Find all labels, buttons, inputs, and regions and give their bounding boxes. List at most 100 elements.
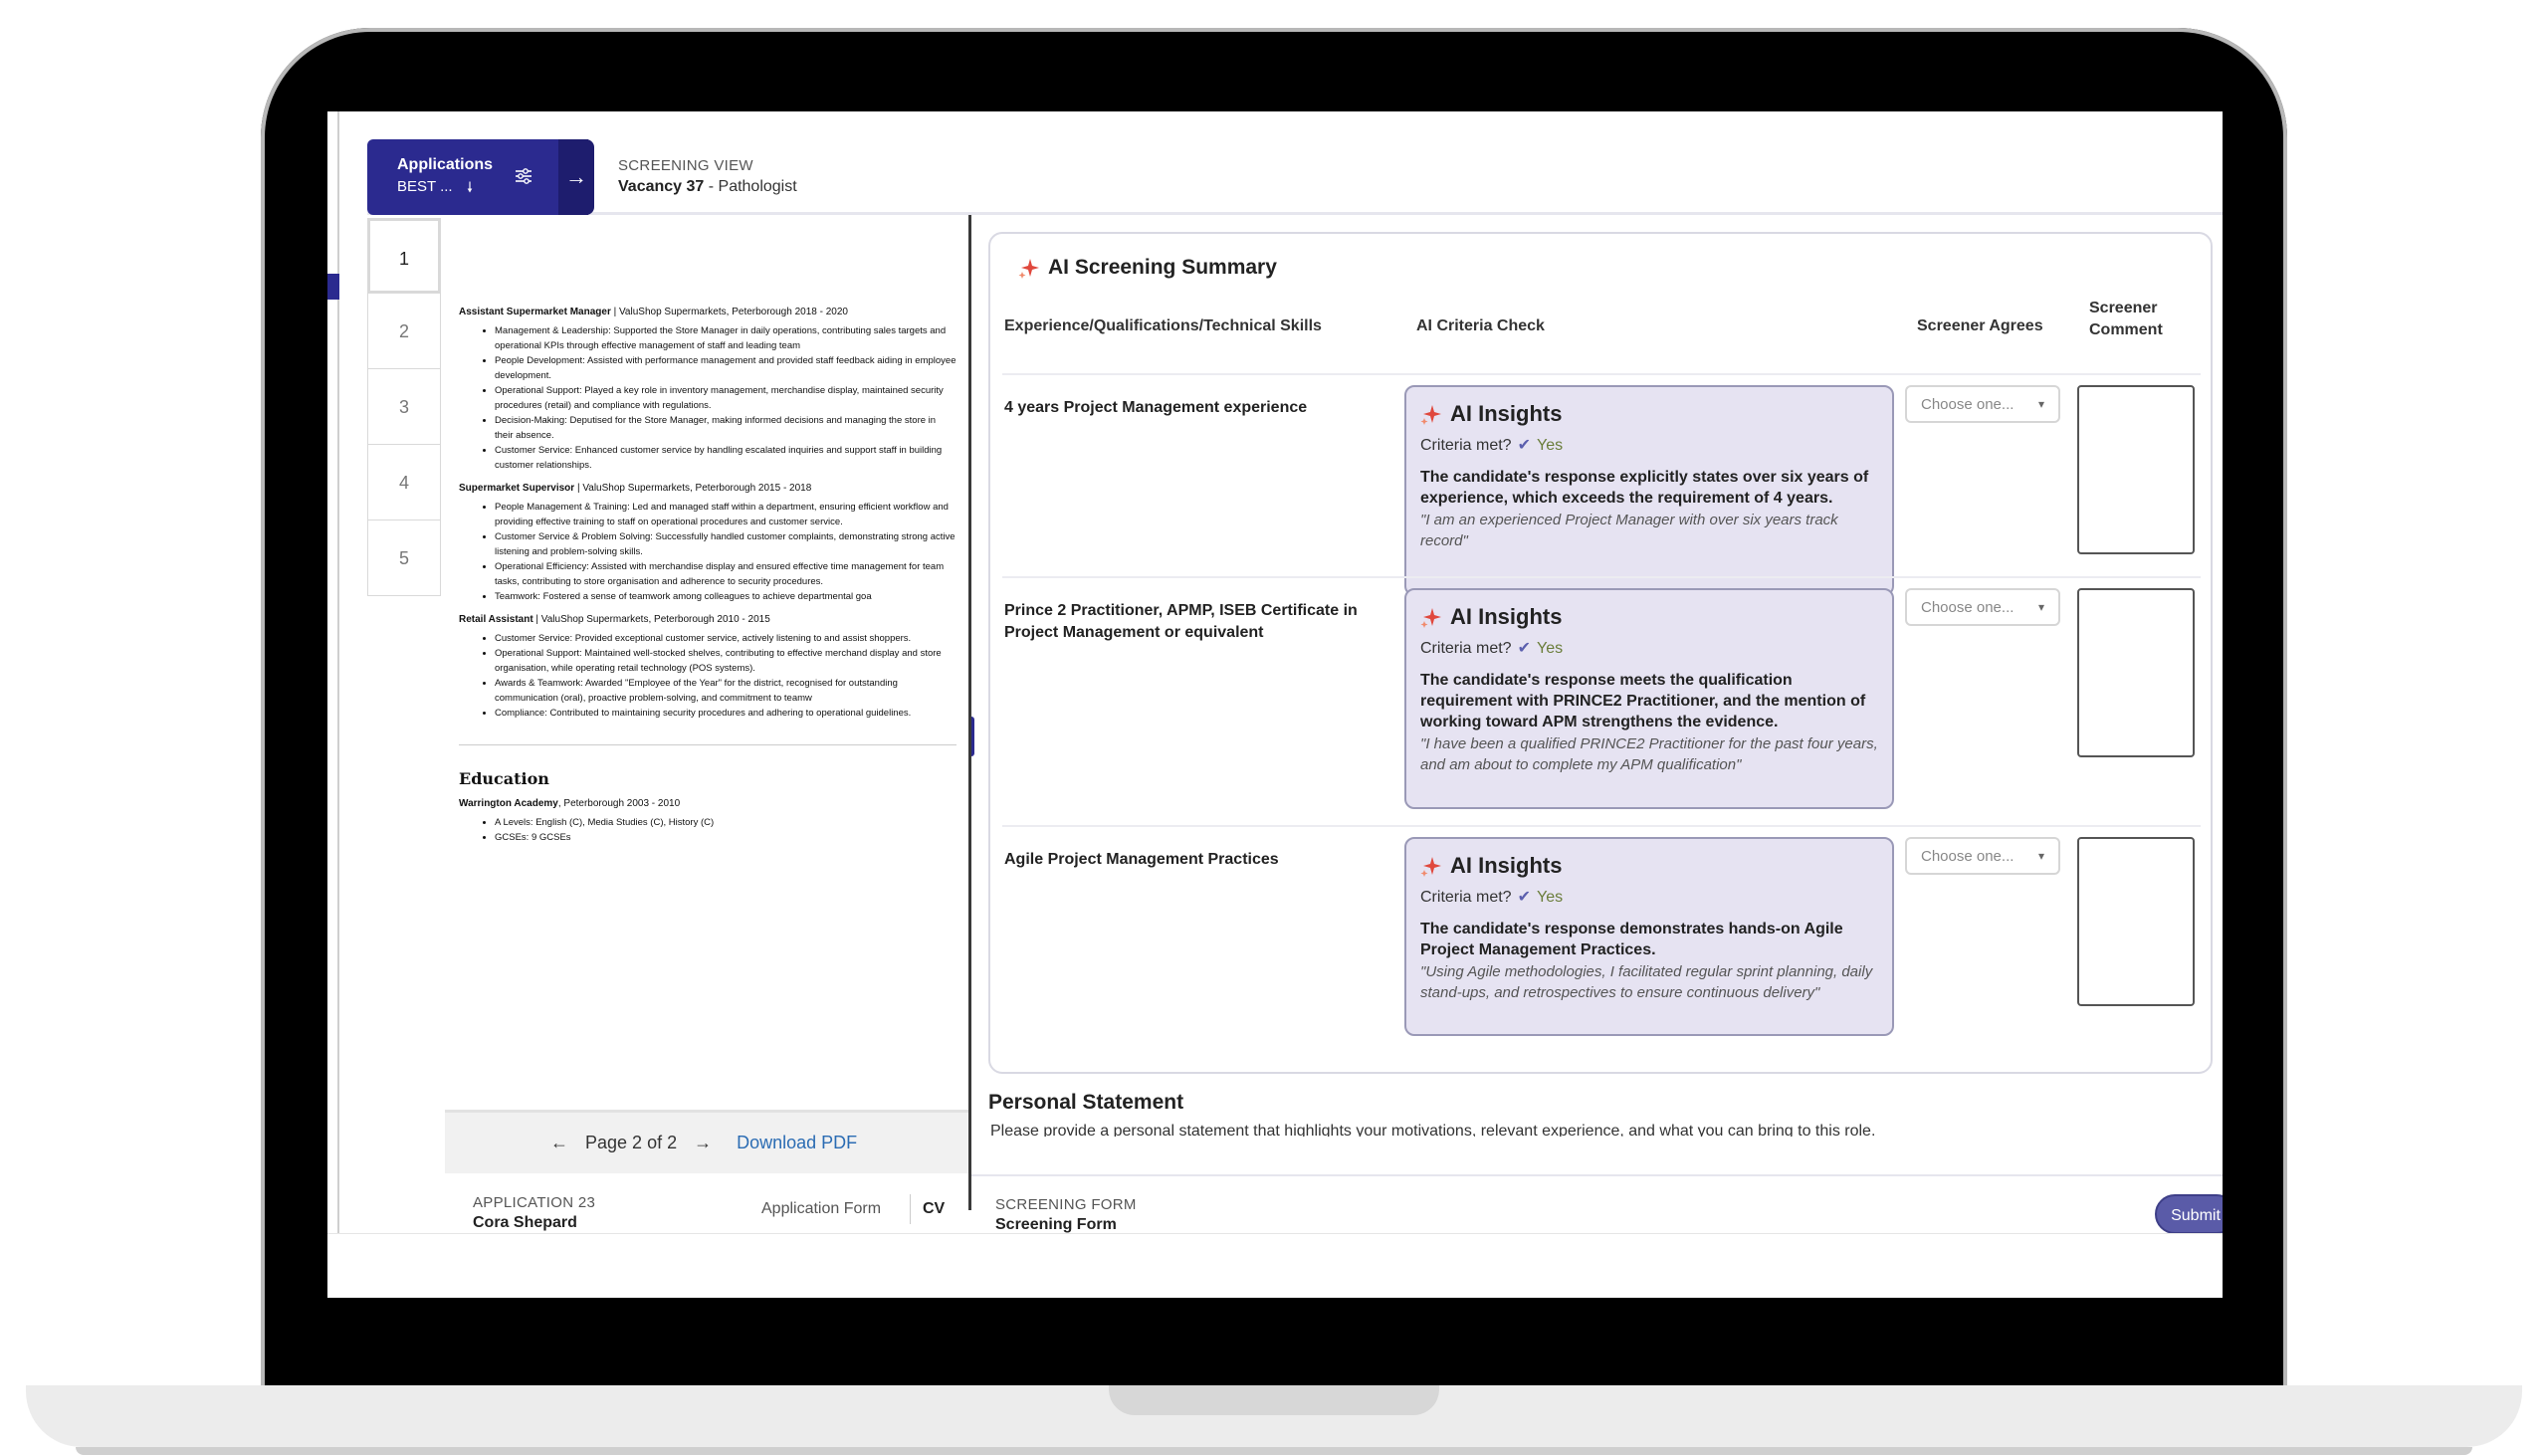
ai-insights-title: AI Insights bbox=[1450, 604, 1563, 629]
cv-education-list: A Levels: English (C), Media Studies (C)… bbox=[495, 815, 956, 845]
criteria-met-label: Criteria met? bbox=[1420, 437, 1512, 454]
page-item-5[interactable]: 5 bbox=[367, 520, 441, 596]
cv-bullet: Teamwork: Fostered a sense of teamwork a… bbox=[495, 589, 956, 604]
page-item-4[interactable]: 4 bbox=[367, 445, 441, 520]
ai-insights-card: AI Insights Criteria met? ✔ Yes The candidat… bbox=[1404, 588, 1894, 809]
column-header-screener-comment: Screener Comment bbox=[2089, 298, 2163, 341]
requirement-text: 4 years Project Management experience bbox=[1004, 399, 1308, 416]
cv-job-meta: | ValuShop Supermarkets, Peterborough 20… bbox=[610, 307, 848, 317]
prev-page-icon[interactable]: ← bbox=[550, 1133, 568, 1152]
ai-explanation: The candidate's response explicitly stat… bbox=[1420, 469, 1869, 507]
cv-job-title: Supermarket Supervisor | ValuShop Superm… bbox=[459, 483, 956, 494]
criteria-met-value: Yes bbox=[1536, 889, 1564, 906]
criteria-met-value: Yes bbox=[1536, 437, 1564, 454]
cv-school-meta: , Peterborough 2003 - 2010 bbox=[557, 798, 681, 809]
pdf-nav-row: ← Page 2 of 2 → Download PDF bbox=[550, 1133, 857, 1153]
page-item-1[interactable]: 1 bbox=[367, 218, 441, 294]
cv-job-title: Assistant Supermarket Manager | ValuShop… bbox=[459, 307, 956, 317]
column-header-comment-line1: Screener bbox=[2089, 300, 2158, 316]
cv-bullet-list: Customer Service: Provided exceptional c… bbox=[495, 631, 956, 721]
vacancy-title: Vacancy 37 - Pathologist bbox=[618, 178, 797, 196]
ai-evidence-quote: "Using Agile methodologies, I facilitate… bbox=[1420, 963, 1873, 1001]
cv-bullet: Operational Efficiency: Assisted with me… bbox=[495, 559, 956, 589]
cv-bullet: Decision-Making: Deputised for the Store… bbox=[495, 413, 956, 443]
screener-comment-textarea[interactable] bbox=[2077, 385, 2195, 554]
criteria-met-line: Criteria met? ✔ Yes bbox=[1420, 435, 1878, 455]
ai-insights-title: AI Insights bbox=[1450, 853, 1563, 878]
check-icon: ✔ bbox=[1517, 889, 1531, 906]
tab-separator bbox=[910, 1194, 911, 1224]
criteria-met-line: Criteria met? ✔ Yes bbox=[1420, 638, 1878, 658]
ai-insights-card: AI Insights Criteria met? ✔ Yes The candidat… bbox=[1404, 837, 1894, 1036]
ai-insights-header: AI Insights bbox=[1420, 853, 1878, 879]
cv-school-name: Warrington Academy bbox=[459, 798, 558, 809]
select-placeholder: Choose one... bbox=[1921, 396, 2015, 413]
cv-bullet: Awards & Teamwork: Awarded "Employee of … bbox=[495, 676, 956, 706]
page-list: 1 2 3 4 5 bbox=[367, 218, 441, 596]
laptop-notch bbox=[1109, 1385, 1439, 1415]
cv-job-title: Retail Assistant | ValuShop Supermarkets… bbox=[459, 614, 956, 625]
left-rail bbox=[327, 111, 339, 1233]
cv-preview: Assistant Supermarket Manager | ValuShop… bbox=[451, 219, 968, 1070]
screener-agrees-select[interactable]: Choose one... ▾ bbox=[1905, 385, 2060, 423]
cv-job-meta: | ValuShop Supermarkets, Peterborough 20… bbox=[532, 614, 770, 625]
check-icon: ✔ bbox=[1517, 437, 1531, 454]
screening-form-name: Screening Form bbox=[995, 1216, 1117, 1233]
screen-bottom-strip bbox=[327, 1233, 2223, 1298]
requirement-text: Agile Project Management Practices bbox=[1004, 851, 1279, 868]
cv-bullet: Management & Leadership: Supported the S… bbox=[495, 323, 956, 353]
tab-cv[interactable]: CV bbox=[923, 1200, 945, 1218]
screener-comment-textarea[interactable] bbox=[2077, 837, 2195, 1006]
cv-bullet: GCSEs: 9 GCSEs bbox=[495, 830, 956, 845]
cv-education-school: Warrington Academy, Peterborough 2003 - … bbox=[459, 798, 956, 809]
chevron-down-icon: ▾ bbox=[2037, 849, 2044, 863]
select-placeholder: Choose one... bbox=[1921, 848, 2015, 865]
cv-content: Assistant Supermarket Manager | ValuShop… bbox=[459, 297, 956, 849]
page-indicator: Page 2 of 2 bbox=[585, 1133, 678, 1152]
cv-bullet-list: People Management & Training: Led and ma… bbox=[495, 500, 956, 604]
cv-bullet: Customer Service: Enhanced customer serv… bbox=[495, 443, 956, 473]
screening-app: Applications BEST ... 🠗 → SCREENING VIEW… bbox=[367, 139, 2223, 1244]
screener-agrees-select[interactable]: Choose one... ▾ bbox=[1905, 588, 2060, 626]
column-header-requirement: Experience/Qualifications/Technical Skil… bbox=[1004, 317, 1322, 334]
next-page-icon[interactable]: → bbox=[694, 1133, 712, 1152]
criteria-met-label: Criteria met? bbox=[1420, 889, 1512, 906]
arrow-right-icon[interactable]: → bbox=[558, 139, 594, 215]
personal-statement-prompt: Please provide a personal statement that… bbox=[990, 1123, 1876, 1137]
filter-sliders-icon[interactable] bbox=[513, 165, 534, 187]
applications-button[interactable]: Applications BEST ... 🠗 bbox=[367, 139, 588, 215]
chevron-down-icon: ▾ bbox=[2037, 397, 2044, 411]
pane-divider[interactable] bbox=[968, 215, 971, 1210]
requirement-text: Prince 2 Practitioner, APMP, ISEB Certif… bbox=[1004, 602, 1358, 641]
screener-comment-textarea[interactable] bbox=[2077, 588, 2195, 757]
criteria-met-line: Criteria met? ✔ Yes bbox=[1420, 887, 1878, 907]
screening-view-title: SCREENING VIEW Vacancy 37 - Pathologist bbox=[618, 157, 797, 196]
page-item-2[interactable]: 2 bbox=[367, 294, 441, 369]
applicant-name: Cora Shepard bbox=[473, 1214, 577, 1231]
rail-active-marker bbox=[327, 274, 339, 300]
ai-insights-card: AI Insights Criteria met? ✔ Yes The candidat… bbox=[1404, 385, 1894, 596]
cv-bullet: People Development: Assisted with perfor… bbox=[495, 353, 956, 383]
tab-application-form[interactable]: Application Form bbox=[761, 1200, 881, 1218]
cv-bullet-list: Management & Leadership: Supported the S… bbox=[495, 323, 956, 473]
cv-job-role: Retail Assistant bbox=[459, 614, 533, 625]
summary-title-text: AI Screening Summary bbox=[1048, 256, 1277, 279]
personal-statement-title: Personal Statement bbox=[988, 1091, 1184, 1114]
cv-bullet: Compliance: Contributed to maintaining s… bbox=[495, 706, 956, 721]
screener-agrees-select[interactable]: Choose one... ▾ bbox=[1905, 837, 2060, 875]
criteria-met-value: Yes bbox=[1536, 640, 1564, 657]
pdf-navigation: ← Page 2 of 2 → Download PDF bbox=[445, 1110, 968, 1173]
column-header-comment-line2: Comment bbox=[2089, 321, 2163, 338]
application-label: APPLICATION 23 bbox=[473, 1194, 596, 1211]
app-header: Applications BEST ... 🠗 → SCREENING VIEW… bbox=[367, 139, 2223, 215]
cv-bullet: People Management & Training: Led and ma… bbox=[495, 500, 956, 529]
ai-insights-header: AI Insights bbox=[1420, 401, 1878, 427]
submit-button[interactable]: Submit bbox=[2155, 1194, 2223, 1234]
column-header-screener-agrees: Screener Agrees bbox=[1917, 317, 2043, 334]
sparkle-icon bbox=[1420, 857, 1441, 877]
page-item-3[interactable]: 3 bbox=[367, 369, 441, 445]
sort-label: BEST ... bbox=[397, 178, 453, 195]
sparkle-icon bbox=[1420, 405, 1441, 425]
ai-screening-summary: AI Screening Summary Experience/Qualific… bbox=[988, 232, 2213, 1074]
download-pdf-link[interactable]: Download PDF bbox=[737, 1133, 857, 1152]
